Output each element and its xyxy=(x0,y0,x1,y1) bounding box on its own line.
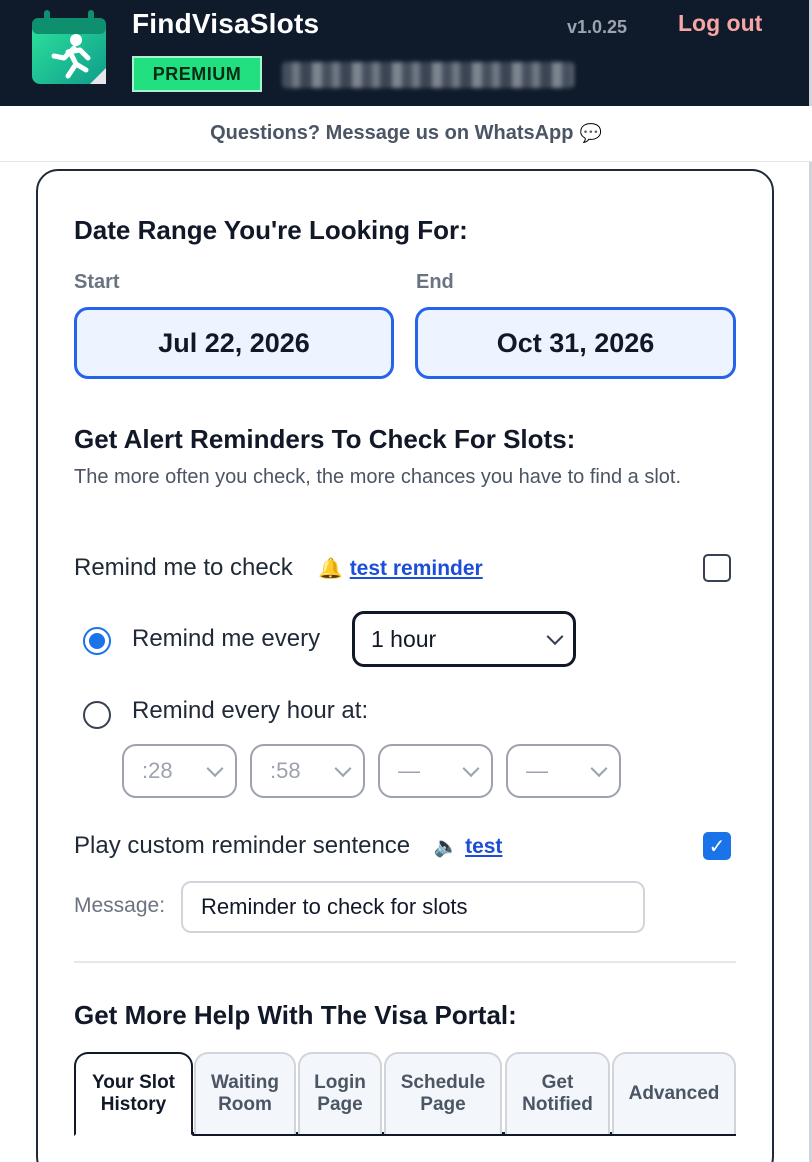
date-range-heading: Date Range You're Looking For: xyxy=(74,215,468,245)
message-input[interactable] xyxy=(181,881,645,933)
start-label: Start xyxy=(74,271,120,293)
remind-row: Remind me to check 🔔 test reminder xyxy=(74,554,483,582)
custom-sentence-row: Play custom reminder sentence 🔈 test xyxy=(74,832,502,860)
speaker-icon: 🔈 xyxy=(433,836,459,858)
runner-calendar-icon xyxy=(30,8,108,86)
remind-every-label: Remind me every xyxy=(132,625,321,652)
minute-value: — xyxy=(398,758,420,783)
end-label: End xyxy=(416,271,454,293)
tab-schedule-page[interactable]: Schedule Page xyxy=(384,1052,502,1134)
message-label: Message: xyxy=(74,894,166,917)
chevron-down-icon xyxy=(206,760,224,778)
minute-select-1[interactable]: :28 xyxy=(122,744,237,798)
end-date-button[interactable]: Oct 31, 2026 xyxy=(415,307,736,379)
minute-value: :58 xyxy=(270,758,301,783)
tab-advanced[interactable]: Advanced xyxy=(612,1052,736,1134)
alerts-description: The more often you check, the more chanc… xyxy=(74,466,682,488)
tab-login-page[interactable]: Login Page xyxy=(298,1052,382,1134)
custom-test-link[interactable]: test xyxy=(465,835,502,858)
minute-select-3[interactable]: — xyxy=(378,744,493,798)
minute-select-2[interactable]: :58 xyxy=(250,744,365,798)
minute-value: :28 xyxy=(142,758,173,783)
app-header: FindVisaSlots PREMIUM v1.0.25 Log out xyxy=(0,0,812,106)
remind-every-radio[interactable] xyxy=(83,627,111,655)
premium-badge: PREMIUM xyxy=(132,56,262,92)
test-reminder-link[interactable]: test reminder xyxy=(350,557,483,580)
help-heading: Get More Help With The Visa Portal: xyxy=(74,1000,517,1030)
whatsapp-text[interactable]: Questions? Message us on WhatsApp xyxy=(210,122,573,145)
interval-select[interactable]: 1 hour xyxy=(352,611,576,667)
remind-checkbox[interactable] xyxy=(703,554,731,582)
divider xyxy=(74,961,736,963)
chevron-down-icon xyxy=(546,628,564,646)
tab-waiting-room[interactable]: Waiting Room xyxy=(194,1052,296,1134)
bell-icon: 🔔 xyxy=(318,558,344,580)
custom-sentence-label: Play custom reminder sentence xyxy=(74,832,411,859)
app-title: FindVisaSlots xyxy=(132,8,320,39)
tab-your-slot-history[interactable]: Your Slot History xyxy=(74,1052,193,1136)
minute-value: — xyxy=(526,758,548,783)
redacted-email xyxy=(282,62,574,88)
remind-label: Remind me to check xyxy=(74,554,293,581)
chevron-down-icon xyxy=(462,760,480,778)
remind-hour-label: Remind every hour at: xyxy=(132,697,369,724)
chevron-down-icon xyxy=(334,760,352,778)
minute-select-4[interactable]: — xyxy=(506,744,621,798)
alerts-heading: Get Alert Reminders To Check For Slots: xyxy=(74,424,576,454)
whatsapp-banner[interactable]: Questions? Message us on WhatsApp 💬 xyxy=(0,106,812,162)
tab-get-notified[interactable]: Get Notified xyxy=(505,1052,610,1134)
custom-sentence-checkbox[interactable]: ✓ xyxy=(703,832,731,860)
chevron-down-icon xyxy=(590,760,608,778)
start-date-button[interactable]: Jul 22, 2026 xyxy=(74,307,394,379)
interval-value: 1 hour xyxy=(371,625,437,652)
version-label: v1.0.25 xyxy=(567,17,628,37)
remind-hour-radio[interactable] xyxy=(83,701,111,729)
help-tabs: Your Slot History Waiting Room Login Pag… xyxy=(74,1050,736,1136)
checkmark-icon: ✓ xyxy=(708,835,726,858)
logout-link[interactable]: Log out xyxy=(678,10,762,37)
speech-bubble-icon: 💬 xyxy=(579,123,602,143)
